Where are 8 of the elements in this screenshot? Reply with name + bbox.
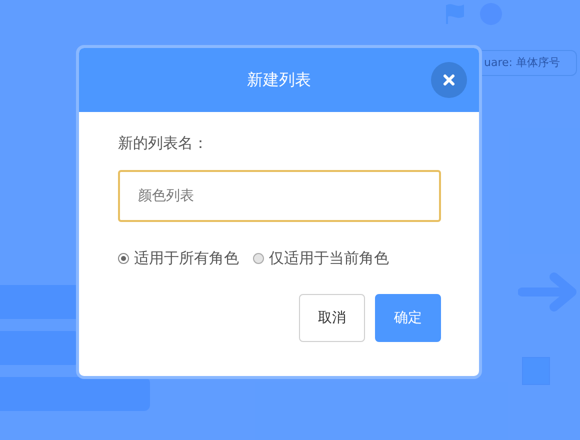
radio-button[interactable] [118,253,129,264]
close-button[interactable] [431,62,467,98]
cancel-button[interactable]: 取消 [299,294,365,342]
radio-button[interactable] [253,253,264,264]
close-icon [443,74,455,86]
field-label: 新的列表名： [118,134,209,154]
name-input-field[interactable]: 颜色列表 [118,170,441,222]
dialog-title: 新建列表 [247,70,311,90]
